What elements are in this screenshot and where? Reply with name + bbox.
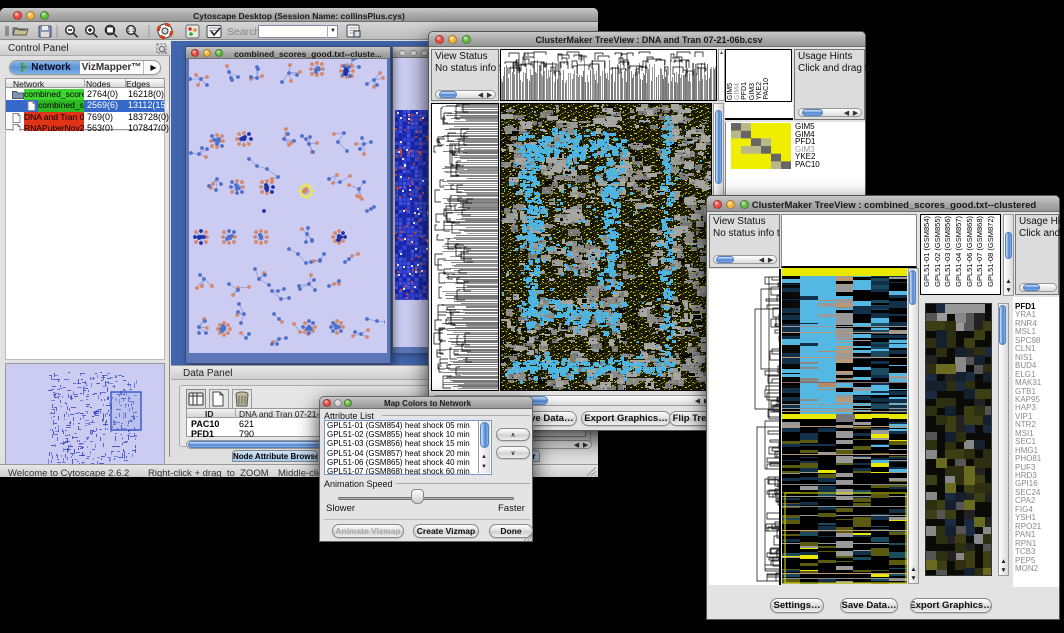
svg-text:1:1: 1:1 (128, 28, 135, 34)
